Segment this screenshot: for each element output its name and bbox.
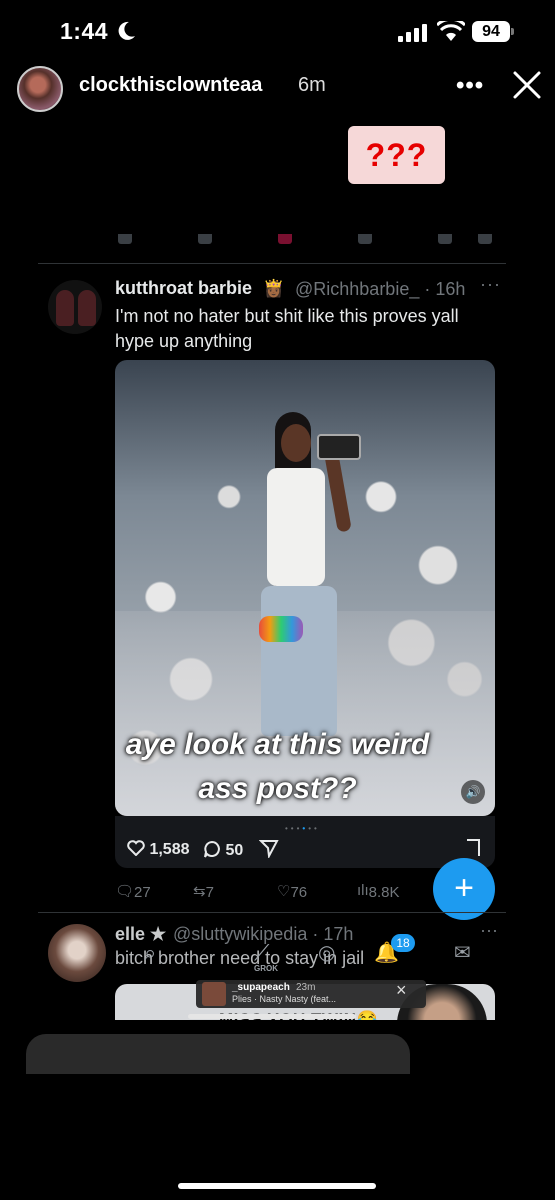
status-time: 1:44 (60, 18, 109, 44)
compose-fab: + (433, 858, 495, 920)
question-sticker: ??? (348, 126, 445, 184)
close-icon[interactable] (512, 70, 542, 100)
tweet-separator (38, 912, 506, 913)
bookmark-icon (467, 839, 480, 856)
story-avatar[interactable] (17, 66, 63, 112)
tweet-avatar (48, 280, 102, 334)
overlay-text-line1: aye look at this weird (125, 728, 430, 761)
next-tweet-more: ··· (480, 920, 498, 940)
heart-icon (127, 840, 145, 857)
rainbow-bag (259, 616, 303, 642)
previous-tweet-actions (38, 234, 506, 264)
battery-tip (511, 28, 514, 35)
moon-icon (118, 21, 135, 40)
music-time: 23m (296, 982, 316, 993)
share-icon (259, 840, 279, 858)
home-indicator[interactable] (178, 1183, 376, 1189)
retweet-count: ⇆ 7 (193, 883, 214, 901)
grok-icon: ⟋ (254, 940, 270, 965)
music-cover (202, 982, 226, 1006)
status-bar: 1:44 94 (0, 0, 555, 62)
photo-subject (241, 412, 352, 762)
tweet-author-name: kutthroat barbie (115, 278, 253, 298)
reply-icon (204, 840, 220, 858)
music-sticker: _supapeach 23m Plies · Nasty Nasty (feat… (196, 980, 426, 1008)
phone-in-photo (317, 434, 361, 460)
tweet-handle-time: @Richhbarbie_ · 16h (295, 279, 466, 299)
story-time-ago: 6m (298, 74, 326, 96)
music-song: Plies · Nasty Nasty (feat... (232, 994, 337, 1004)
tweet-more: ··· (480, 274, 501, 294)
carousel-dots: •••••• (285, 824, 320, 833)
close-icon: × (396, 980, 407, 1000)
next-tweet-avatar (48, 924, 106, 982)
battery-level: 94 (472, 21, 510, 42)
embedded-screenshot: kutthroat barbie 👸🏾 @Richhbarbie_ · 16h … (38, 234, 506, 1020)
reply-count: 🗨 27 (115, 883, 151, 901)
search-icon: ⌕ (144, 940, 157, 965)
message-reply-field[interactable] (26, 1034, 410, 1074)
media-reply-count: 50 (203, 840, 243, 860)
bottom-nav-faded: ⌕ ⟋ GROK ◎ 🔔 18 ✉ (138, 934, 478, 980)
story-username[interactable]: clockthisclownteaa (79, 74, 262, 97)
story-frame[interactable]: clockthisclownteaa 6m ••• ??? kutthroat … (0, 62, 555, 1020)
tweet-name-emoji: 👸🏾 (263, 279, 285, 298)
media-action-bar: •••••• 1,588 50 (115, 816, 495, 868)
grok-label: GROK (254, 964, 278, 973)
notification-badge: 18 (391, 934, 415, 952)
view-count: ılı 8.8K (357, 882, 400, 901)
overlay-text-line2: ass post?? (198, 772, 357, 805)
like-count: ♡ 76 (277, 883, 308, 901)
tweet-text: I'm not no hater but shit like this prov… (115, 306, 459, 351)
media-like-count: 1,588 (127, 840, 190, 859)
music-user: _supapeach (232, 982, 290, 993)
spaces-icon: ◎ (318, 942, 336, 964)
mail-icon: ✉ (454, 942, 471, 964)
wifi-icon (437, 21, 465, 41)
more-options-button[interactable]: ••• (456, 72, 484, 100)
signal-icon (398, 24, 427, 42)
embedded-home-indicator (188, 1014, 356, 1019)
